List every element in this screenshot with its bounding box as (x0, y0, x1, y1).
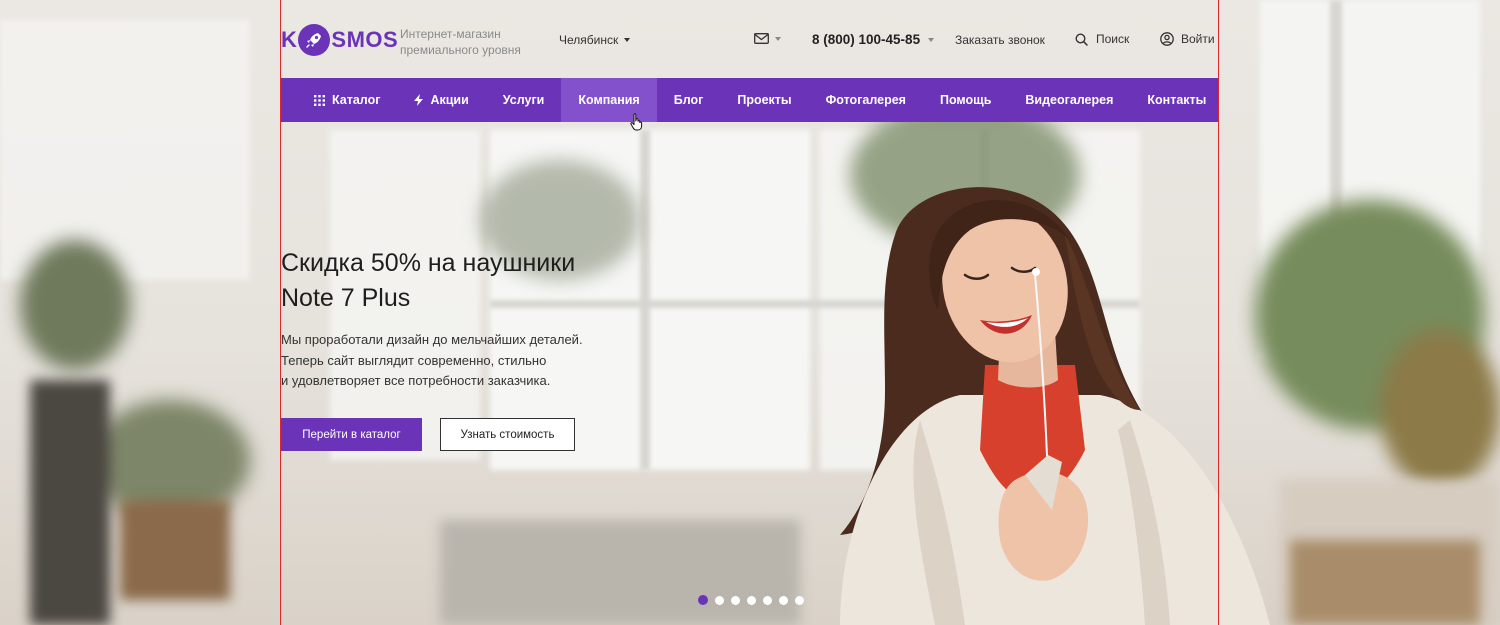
phone-dropdown[interactable]: 8 (800) 100-45-85 (812, 32, 935, 47)
search-button[interactable]: Поиск (1075, 32, 1129, 46)
logo-text: SMOS (331, 27, 399, 52)
slider-dot[interactable] (698, 595, 708, 605)
chevron-down-icon (928, 37, 935, 42)
hero-description: Мы проработали дизайн до мельчайших дета… (281, 330, 661, 392)
slider-dot[interactable] (731, 595, 740, 605)
slider-dot[interactable] (763, 595, 772, 605)
search-label: Поиск (1096, 32, 1130, 46)
chevron-down-icon (775, 36, 781, 41)
logo[interactable]: K SMOS (281, 24, 398, 56)
rocket-icon (298, 24, 331, 56)
get-price-button[interactable]: Узнать стоимость (440, 418, 575, 451)
hero-description-line-3: и удовлетворяет все потребности заказчик… (281, 373, 551, 388)
hand-cursor-icon (630, 113, 643, 131)
slider-dot[interactable] (779, 595, 788, 605)
login-button[interactable]: Войти (1160, 32, 1215, 46)
hero-description-line-1: Мы проработали дизайн до мельчайших дета… (281, 332, 583, 347)
city-selector[interactable]: Челябинск (559, 33, 631, 47)
nav-label: Проекты (737, 93, 792, 107)
nav-item-contacts[interactable]: Контакты (1130, 78, 1223, 122)
nav-label: Блог (673, 93, 704, 107)
nav-label: Каталог (332, 93, 381, 107)
hero-title-line-1: Скидка 50% на наушники (281, 249, 576, 277)
nav-label: Фотогалерея (825, 93, 906, 107)
nav-item-services[interactable]: Услуги (486, 78, 562, 122)
mail-dropdown[interactable] (754, 33, 781, 44)
nav-item-blog[interactable]: Блог (657, 78, 721, 122)
nav-item-projects[interactable]: Проекты (720, 78, 808, 122)
main-nav: Каталог Акции Услуги Компания Блог Проек… (281, 78, 1218, 122)
nav-item-photo-gallery[interactable]: Фотогалерея (809, 78, 923, 122)
lightning-icon (414, 94, 424, 106)
go-to-catalog-button[interactable]: Перейти в каталог (281, 418, 422, 451)
container-guide-right (1218, 0, 1219, 625)
nav-item-catalog[interactable]: Каталог (281, 78, 397, 122)
slider-dot[interactable] (795, 595, 804, 605)
nav-label: Контакты (1147, 93, 1207, 107)
site-header: K SMOS Интернет-магазин премиального уро… (281, 0, 1218, 78)
hero-title-line-2: Note 7 Plus (281, 284, 411, 312)
phone-number: 8 (800) 100-45-85 (812, 32, 921, 47)
container-guide-left (280, 0, 281, 625)
nav-item-promotions[interactable]: Акции (397, 78, 485, 122)
callback-link[interactable]: Заказать звонок (955, 33, 1045, 47)
nav-label: Помощь (939, 93, 992, 107)
tagline-line-2: премиального уровня (400, 43, 521, 57)
hero-title: Скидка 50% на наушники Note 7 Plus (281, 246, 681, 316)
tagline-line-1: Интернет-магазин (400, 27, 501, 41)
nav-label: Компания (578, 93, 640, 107)
login-label: Войти (1181, 32, 1215, 46)
nav-label: Услуги (502, 93, 545, 107)
nav-item-help[interactable]: Помощь (923, 78, 1008, 122)
city-label: Челябинск (559, 33, 619, 47)
grid-icon (314, 94, 325, 106)
nav-label: Акции (430, 93, 469, 107)
hero-description-line-2: Теперь сайт выглядит современно, стильно (281, 352, 547, 368)
logo-tagline: Интернет-магазин премиального уровня (400, 26, 550, 58)
woman-with-headphones-image (840, 187, 1270, 625)
user-icon (1160, 32, 1174, 46)
slider-pagination (698, 595, 804, 605)
chevron-down-icon (624, 38, 631, 42)
nav-label: Видеогалерея (1025, 93, 1114, 107)
slider-dot[interactable] (715, 595, 724, 605)
nav-item-video-gallery[interactable]: Видеогалерея (1008, 78, 1130, 122)
logo-letter: K (281, 27, 298, 52)
mail-icon (754, 33, 769, 44)
search-icon (1075, 32, 1088, 46)
slider-dot[interactable] (747, 595, 756, 605)
